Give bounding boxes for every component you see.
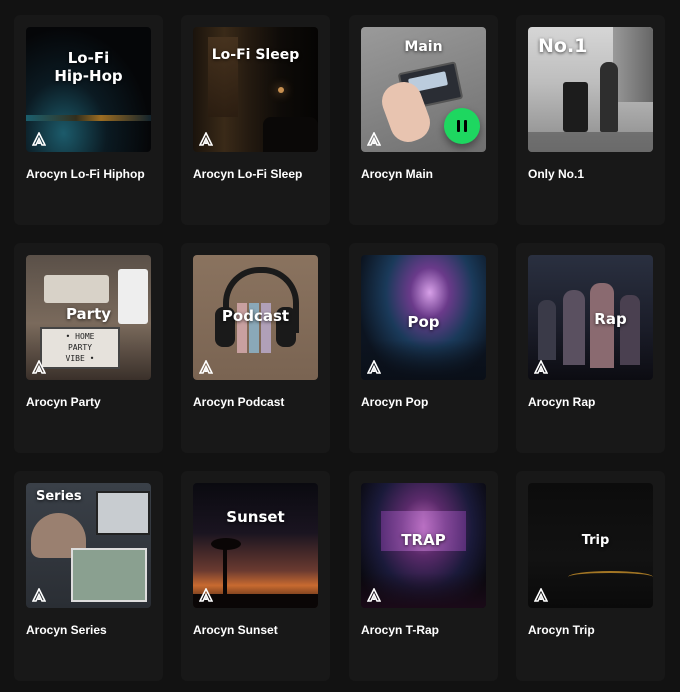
cover-title: Party [65,305,112,323]
playlist-card-lofi-hiphop[interactable]: Lo-Fi Hip-Hop Arocyn Lo-Fi Hiphop [14,15,163,225]
playlist-cover[interactable]: Trip [528,483,653,608]
playlist-cover[interactable]: Rap [528,255,653,380]
cover-title: Sunset [226,508,285,526]
cover-title: Podcast [221,307,290,325]
arocyn-logo-icon [367,132,381,146]
arocyn-logo-icon [534,588,548,602]
pause-icon [457,120,460,132]
cover-title: Pop [407,313,440,331]
playlist-card-pop[interactable]: Pop Arocyn Pop [349,243,498,453]
playlist-name[interactable]: Arocyn Podcast [193,395,323,409]
playlist-name[interactable]: Arocyn Rap [528,395,658,409]
playlist-cover[interactable]: Series [26,483,151,608]
arocyn-logo-icon [534,360,548,374]
playlist-card-podcast[interactable]: Podcast Arocyn Podcast [181,243,330,453]
playlist-cover[interactable]: Lo-Fi Hip-Hop [26,27,151,152]
pause-button[interactable] [444,108,480,144]
playlist-card-main[interactable]: Main Arocyn Main [349,15,498,225]
playlist-cover[interactable]: No.1 [528,27,653,152]
playlist-cover[interactable]: TRAP [361,483,486,608]
playlist-name[interactable]: Arocyn Main [361,167,491,181]
party-sign: • HOME PARTY VIBE • [40,327,120,369]
playlist-name[interactable]: Arocyn Trip [528,623,658,637]
playlist-name[interactable]: Arocyn T-Rap [361,623,491,637]
playlist-card-trap[interactable]: TRAP Arocyn T-Rap [349,471,498,681]
arocyn-logo-icon [199,588,213,602]
playlist-name[interactable]: Arocyn Pop [361,395,491,409]
cover-title: Lo-Fi Sleep [211,47,300,63]
cover-title: Trip [581,533,610,548]
arocyn-logo-icon [199,132,213,146]
playlist-card-rap[interactable]: Rap Arocyn Rap [516,243,665,453]
cover-title: Lo-Fi Hip-Hop [54,49,123,85]
playlist-name[interactable]: Arocyn Lo-Fi Hiphop [26,167,156,181]
playlist-card-series[interactable]: Series Arocyn Series [14,471,163,681]
cover-title: Main [404,39,443,55]
playlist-name[interactable]: Arocyn Lo-Fi Sleep [193,167,323,181]
playlist-card-lofi-sleep[interactable]: Lo-Fi Sleep Arocyn Lo-Fi Sleep [181,15,330,225]
playlist-card-sunset[interactable]: Sunset Arocyn Sunset [181,471,330,681]
playlist-cover[interactable]: Lo-Fi Sleep [193,27,318,152]
cover-title: Rap [594,310,627,328]
playlist-name[interactable]: Arocyn Party [26,395,156,409]
playlist-card-trip[interactable]: Trip Arocyn Trip [516,471,665,681]
cover-title: TRAP [401,531,446,549]
playlist-grid: Lo-Fi Hip-Hop Arocyn Lo-Fi Hiphop Lo-Fi … [0,0,680,692]
playlist-cover[interactable]: Main [361,27,486,152]
pause-icon [464,120,467,132]
arocyn-logo-icon [367,588,381,602]
playlist-card-only-no1[interactable]: No.1 Only No.1 [516,15,665,225]
playlist-cover[interactable]: • HOME PARTY VIBE • Party [26,255,151,380]
playlist-cover[interactable]: Podcast [193,255,318,380]
arocyn-logo-icon [32,132,46,146]
playlist-name[interactable]: Arocyn Sunset [193,623,323,637]
arocyn-logo-icon [32,588,46,602]
playlist-name[interactable]: Arocyn Series [26,623,156,637]
playlist-cover[interactable]: Sunset [193,483,318,608]
arocyn-logo-icon [32,360,46,374]
cover-title: No.1 [538,35,588,57]
playlist-cover[interactable]: Pop [361,255,486,380]
arocyn-logo-icon [199,360,213,374]
playlist-card-party[interactable]: • HOME PARTY VIBE • Party Arocyn Party [14,243,163,453]
cover-title: Series [36,489,82,504]
playlist-name[interactable]: Only No.1 [528,167,658,181]
arocyn-logo-icon [367,360,381,374]
